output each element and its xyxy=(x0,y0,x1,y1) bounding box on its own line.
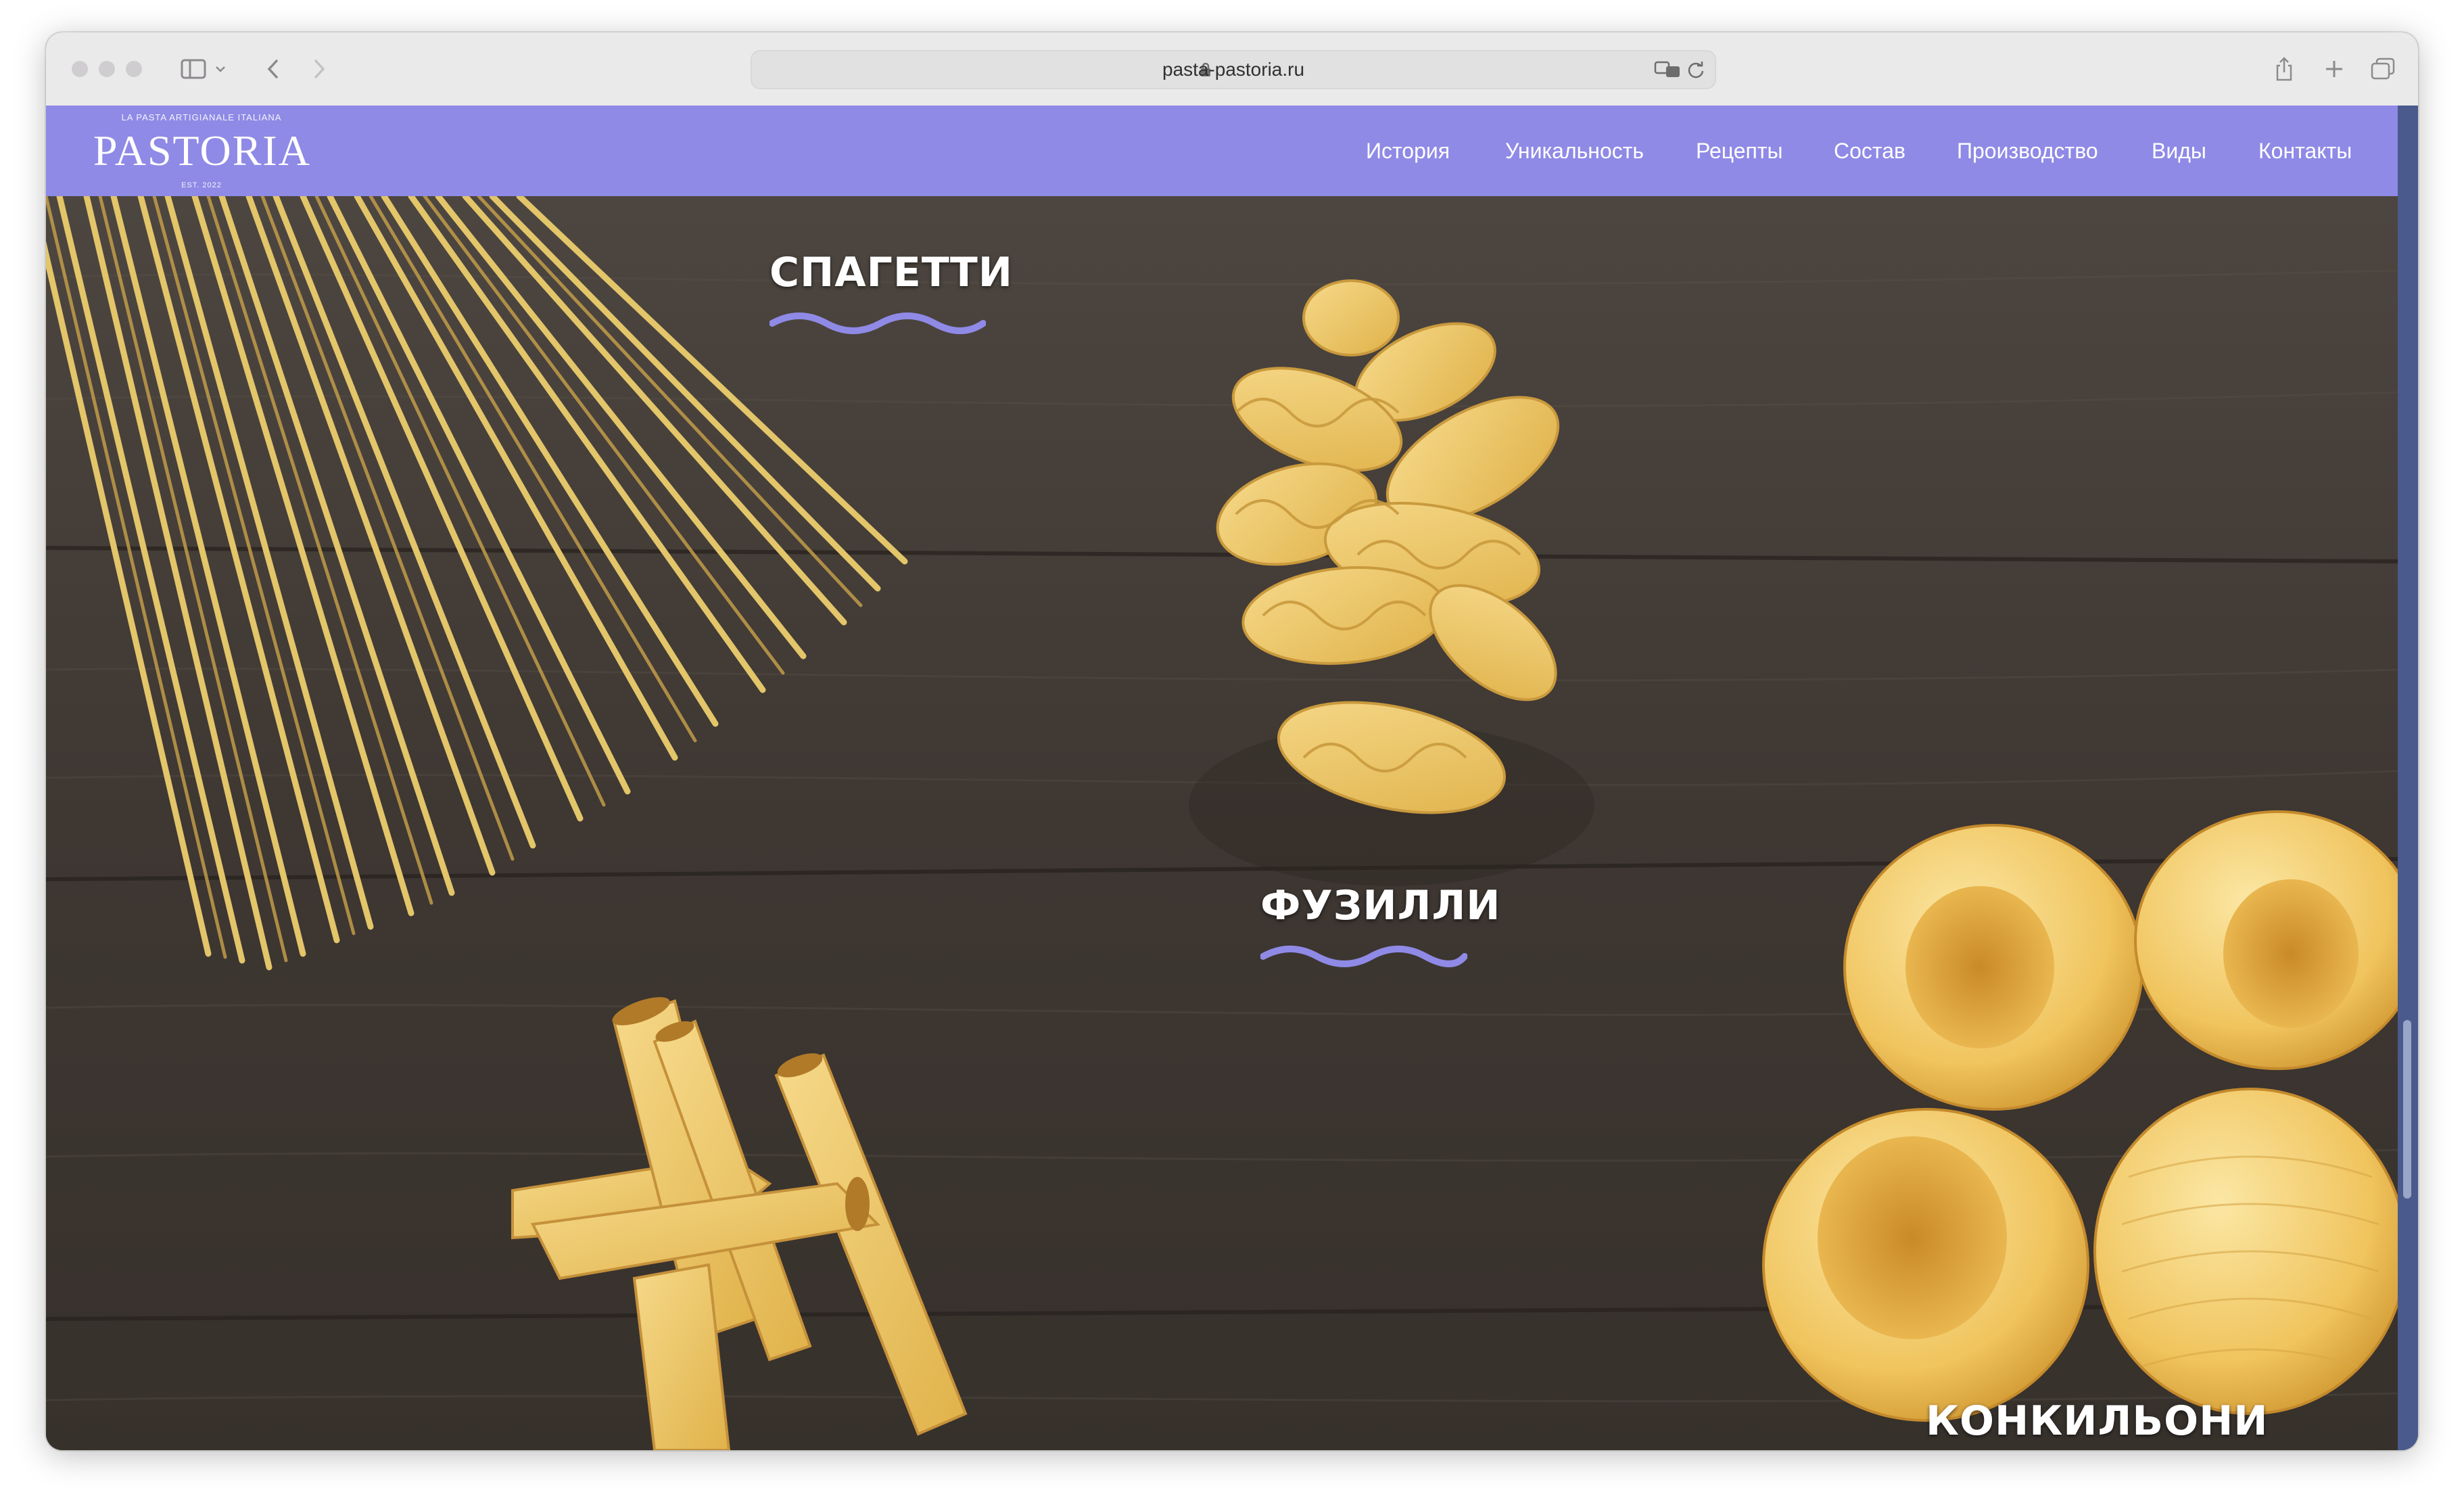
browser-window: pasta-pastoria.ru LA PASTA ARTIGIANALE I… xyxy=(46,32,2418,1450)
chevron-down-icon[interactable] xyxy=(214,53,227,85)
minimize-window-button[interactable] xyxy=(99,61,115,77)
sidebar-toggle-icon[interactable] xyxy=(179,53,208,85)
logo[interactable]: LA PASTA ARTIGIANALE ITALIANA PASTORIA E… xyxy=(93,106,310,196)
address-bar[interactable]: pasta-pastoria.ru xyxy=(751,50,1716,89)
forward-arrow-icon[interactable] xyxy=(310,53,330,85)
back-arrow-icon[interactable] xyxy=(262,53,283,85)
nav-item-recipes[interactable]: Рецепты xyxy=(1696,106,1782,196)
fusilli-wave-underline xyxy=(1260,946,1467,967)
label-fusilli[interactable]: ФУЗИЛЛИ xyxy=(1260,882,1501,929)
label-spaghetti[interactable]: СПАГЕТТИ xyxy=(769,249,1013,296)
reload-icon[interactable] xyxy=(1686,60,1705,83)
url-text: pasta-pastoria.ru xyxy=(1162,59,1305,80)
logo-tagline: LA PASTA ARTIGIANALE ITALIANA xyxy=(121,112,282,122)
nav-item-uniqueness[interactable]: Уникальность xyxy=(1505,106,1644,196)
pasta-photo xyxy=(46,196,2398,1450)
hero-section: СПАГЕТТИ ФУЗИЛЛИ КОНКИЛЬОНИ xyxy=(46,196,2398,1450)
logo-est: EST. 2022 xyxy=(181,181,222,189)
zoom-window-button[interactable] xyxy=(126,61,142,77)
label-conchiglioni[interactable]: КОНКИЛЬОНИ xyxy=(1926,1397,2269,1445)
nav-item-history[interactable]: История xyxy=(1366,106,1450,196)
spaghetti-wave-underline xyxy=(769,312,986,334)
scrollbar-thumb[interactable] xyxy=(2403,1020,2411,1199)
scrollbar[interactable] xyxy=(2398,106,2418,1450)
site-header: LA PASTA ARTIGIANALE ITALIANA PASTORIA E… xyxy=(46,106,2398,196)
tab-overview-icon[interactable] xyxy=(2369,53,2396,85)
nav-item-production[interactable]: Производство xyxy=(1957,106,2098,196)
new-tab-icon[interactable] xyxy=(2322,53,2346,85)
close-window-button[interactable] xyxy=(72,61,88,77)
browser-toolbar: pasta-pastoria.ru xyxy=(46,32,2418,107)
share-icon[interactable] xyxy=(2272,53,2296,85)
translate-icon[interactable] xyxy=(1654,60,1681,83)
nav-item-contacts[interactable]: Контакты xyxy=(2258,106,2352,196)
logo-wordmark: PASTORIA xyxy=(93,126,311,175)
nav-item-types[interactable]: Виды xyxy=(2152,106,2206,196)
nav-item-composition[interactable]: Состав xyxy=(1834,106,1905,196)
